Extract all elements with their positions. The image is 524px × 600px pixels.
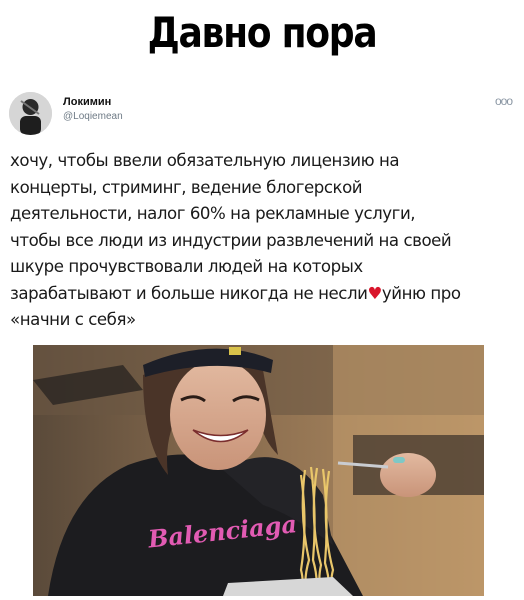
tweet-line: «начни с себя» bbox=[10, 310, 136, 329]
tweet-photo[interactable]: Balenciaga bbox=[33, 345, 484, 596]
tweet-line-part: зарабатывают и больше никогда не несли bbox=[10, 283, 368, 303]
tweet-line: хочу, чтобы ввели обязательную лицензию … bbox=[10, 151, 400, 170]
tweet-line: деятельности, налог 60% на рекламные усл… bbox=[10, 204, 416, 223]
photo-illustration: Balenciaga bbox=[33, 345, 484, 596]
tweet-line: концерты, стриминг, ведение блогерской bbox=[10, 177, 363, 197]
more-options-icon[interactable]: ooo bbox=[495, 94, 513, 108]
author-handle[interactable]: @Loqiemean bbox=[63, 111, 123, 122]
tweet-line-part: уйню про bbox=[381, 283, 461, 303]
tweet-line: чтобы все люди из индустрии развлечений … bbox=[10, 230, 452, 250]
meme-title: Давно пора bbox=[147, 8, 378, 57]
avatar[interactable] bbox=[9, 92, 52, 135]
tweet-line-with-censor: зарабатывают и больше никогда не несли♥у… bbox=[10, 281, 516, 308]
tweet-header: Локимин @Loqiemean ooo bbox=[9, 90, 514, 138]
tweet-line: шкуре прочувствовали людей на которых bbox=[10, 257, 363, 276]
author-name[interactable]: Локимин bbox=[63, 96, 111, 108]
tweet-text: хочу, чтобы ввели обязательную лицензию … bbox=[10, 148, 516, 334]
heart-icon: ♥ bbox=[367, 283, 382, 303]
avatar-image bbox=[9, 92, 52, 135]
